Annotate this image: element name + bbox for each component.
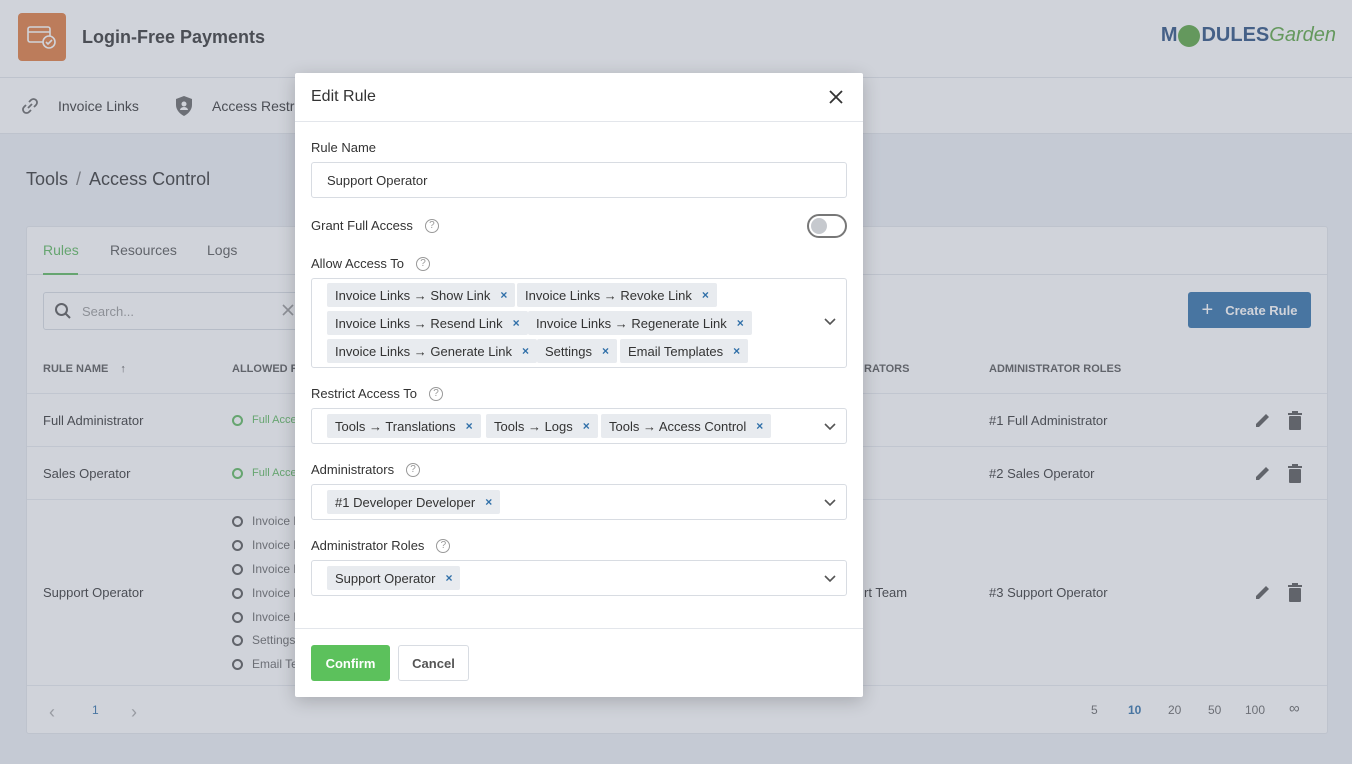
chip-label: #1 Developer Developer: [335, 494, 476, 510]
rule-name-value: Support Operator: [327, 173, 428, 188]
selected-chip: Support Operator ×: [327, 566, 461, 590]
remove-chip-icon[interactable]: ×: [500, 288, 507, 302]
label-text: Administrator Roles: [311, 538, 425, 553]
label-text: Administrators: [311, 462, 395, 477]
modal-footer-divider: [295, 628, 863, 629]
selected-chip: Invoice Links → Show Link ×: [327, 283, 516, 307]
selected-chip: Tools → Logs ×: [486, 414, 598, 438]
help-icon[interactable]: ?: [428, 386, 443, 401]
selected-chip: Email Templates ×: [620, 339, 749, 363]
chip-label: Invoice Links → Revoke Link: [525, 287, 692, 303]
selected-chip: Invoice Links → Revoke Link ×: [517, 283, 717, 307]
allow-access-label: Allow Access To?: [311, 256, 430, 271]
remove-chip-icon[interactable]: ×: [583, 419, 590, 433]
edit-rule-modal: Edit Rule Rule Name Support Operator Gra…: [295, 73, 863, 697]
chip-label: Settings: [545, 343, 592, 359]
remove-chip-icon[interactable]: ×: [756, 419, 763, 433]
close-icon[interactable]: [829, 90, 843, 104]
chip-label: Invoice Links → Regenerate Link: [536, 315, 727, 331]
administrators-select[interactable]: #1 Developer Developer ×: [311, 484, 847, 520]
label-text: Grant Full Access: [311, 218, 413, 233]
label-text: Restrict Access To: [311, 386, 417, 401]
chip-label: Invoice Links → Show Link: [335, 287, 491, 303]
remove-chip-icon[interactable]: ×: [737, 316, 744, 330]
chip-label: Support Operator: [335, 570, 436, 586]
restrict-access-label: Restrict Access To?: [311, 386, 443, 401]
remove-chip-icon[interactable]: ×: [733, 344, 740, 358]
administrators-label: Administrators?: [311, 462, 421, 477]
chip-label: Invoice Links → Resend Link: [335, 315, 503, 331]
remove-chip-icon[interactable]: ×: [466, 419, 473, 433]
chip-label: Email Templates: [628, 343, 724, 359]
selected-chip: #1 Developer Developer ×: [327, 490, 501, 514]
chevron-down-icon[interactable]: [824, 499, 836, 507]
help-icon[interactable]: ?: [406, 462, 421, 477]
remove-chip-icon[interactable]: ×: [513, 316, 520, 330]
label-text: Allow Access To: [311, 256, 404, 271]
chip-label: Tools → Access Control: [609, 418, 747, 434]
rule-name-label: Rule Name: [311, 140, 376, 155]
allow-access-select[interactable]: Invoice Links → Show Link × Invoice Links…: [311, 278, 847, 368]
selected-chip: Tools → Access Control ×: [601, 414, 772, 438]
chip-label: Tools → Logs: [494, 418, 573, 434]
rule-name-field[interactable]: Support Operator: [311, 162, 847, 198]
cancel-button[interactable]: Cancel: [398, 645, 469, 681]
grant-full-access-label: Grant Full Access?: [311, 218, 439, 233]
selected-chip: Invoice Links → Regenerate Link ×: [528, 311, 752, 335]
restrict-access-select[interactable]: Tools → Translations × Tools → Logs × Tool…: [311, 408, 847, 444]
confirm-button[interactable]: Confirm: [311, 645, 390, 681]
help-icon[interactable]: ?: [424, 218, 439, 233]
chip-label: Tools → Translations: [335, 418, 456, 434]
administrator-roles-select[interactable]: Support Operator ×: [311, 560, 847, 596]
grant-full-access-toggle[interactable]: [807, 214, 847, 238]
chevron-down-icon[interactable]: [824, 423, 836, 431]
administrator-roles-label: Administrator Roles?: [311, 538, 451, 553]
remove-chip-icon[interactable]: ×: [702, 288, 709, 302]
modal-title: Edit Rule: [311, 88, 376, 105]
remove-chip-icon[interactable]: ×: [485, 495, 492, 509]
remove-chip-icon[interactable]: ×: [445, 571, 452, 585]
chip-label: Invoice Links → Generate Link: [335, 343, 513, 359]
selected-chip: Settings ×: [537, 339, 617, 363]
chevron-down-icon[interactable]: [824, 575, 836, 583]
remove-chip-icon[interactable]: ×: [602, 344, 609, 358]
help-icon[interactable]: ?: [436, 538, 451, 553]
help-icon[interactable]: ?: [415, 256, 430, 271]
selected-chip: Invoice Links → Resend Link ×: [327, 311, 528, 335]
chevron-down-icon[interactable]: [824, 318, 836, 326]
selected-chip: Invoice Links → Generate Link ×: [327, 339, 538, 363]
modal-header: Edit Rule: [295, 73, 863, 122]
toggle-knob: [811, 218, 827, 234]
selected-chip: Tools → Translations ×: [327, 414, 481, 438]
remove-chip-icon[interactable]: ×: [522, 344, 529, 358]
label-text: Rule Name: [311, 140, 377, 155]
